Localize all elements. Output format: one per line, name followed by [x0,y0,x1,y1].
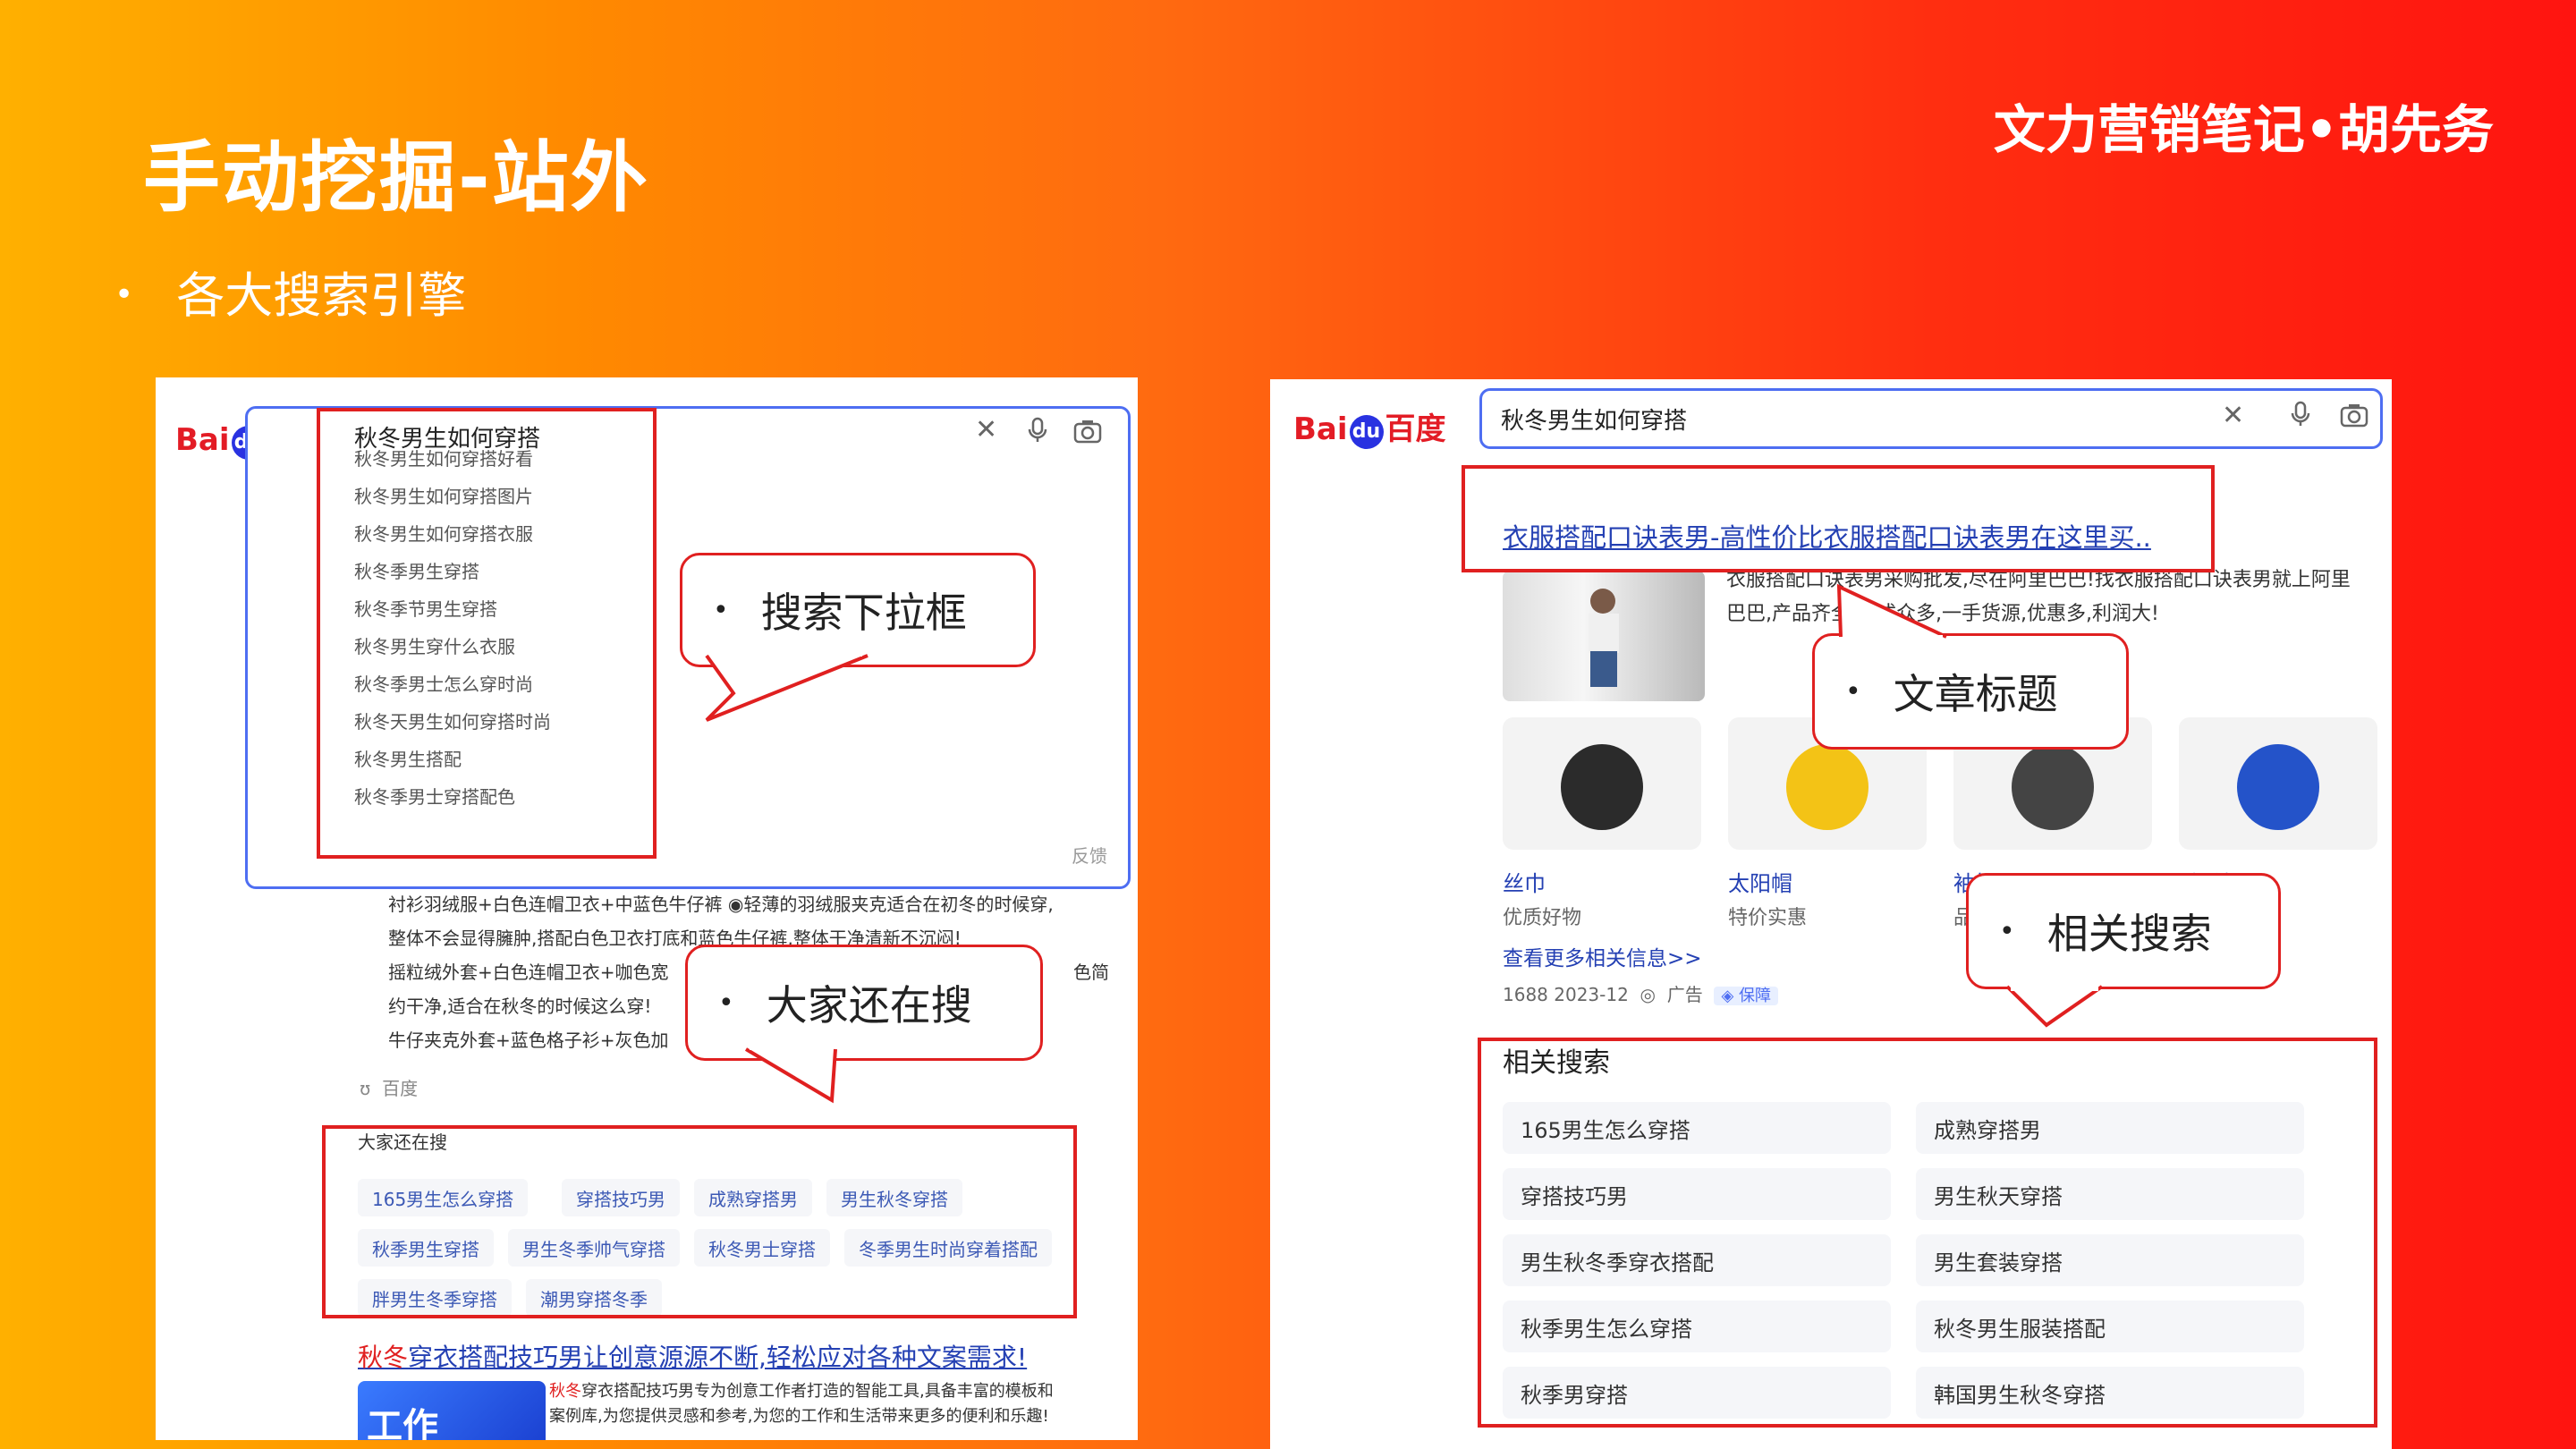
highlight-related [1478,1038,2377,1428]
slide-title: 手动挖掘-站外 [143,133,649,223]
logo-text-bai-2: Bai [1293,411,1348,447]
microphone-icon-2[interactable] [2290,401,2311,433]
person-image-icon [1589,589,1619,687]
ad-title-text: 穿衣搭配技巧男让创意源源不断,轻松应对各种文案需求! [408,1343,1028,1372]
callout-dropdown-pointer [705,653,869,722]
guarantee-badge: ◈ 保障 [1714,987,1779,1005]
callout-related-pointer [2005,984,2104,1028]
callout-dropdown: • 搜索下拉框 [680,553,1036,667]
feedback-link[interactable]: 反馈 [1072,839,1107,873]
snippet-line: 摇粒绒外套+白色连帽卫衣+咖色宽 [388,962,669,983]
product-card[interactable] [1503,717,1701,850]
ad-desc-highlight: 秋冬 [549,1382,581,1401]
camera-icon[interactable] [1073,419,1102,449]
product-subtitle: 特价实惠 [1728,907,1808,929]
product-subtitle: 优质好物 [1503,907,1582,929]
callout-title: • 文章标题 [1812,633,2129,750]
callout-dot-icon-4: • [1999,915,2015,947]
slide: 手动挖掘-站外 文力营销笔记•胡先务 •各大搜索引擎 Baidu百度 秋冬男生如… [0,0,2576,1449]
search-input-2[interactable]: 秋冬男生如何穿搭 [1501,402,1687,436]
result-description: 衣服搭配口诀表男采购批发,尽在阿里巴巴!找衣服搭配口诀表男就上阿里 巴巴,产品齐全… [1726,564,2351,631]
meta-date: 1688 2023-12 [1503,984,1629,1005]
ad-thumbnail[interactable]: 工作 [358,1381,546,1440]
product-image-icon [1561,744,1643,830]
baidu-source-icon: ʊ [360,1078,371,1099]
product-image-icon [2237,744,2319,830]
snippet-line: 衬衫羽绒服+白色连帽卫衣+中蓝色牛仔裤 ◉轻薄的羽绒服夹克适合在初冬的时候穿, [388,894,1054,915]
callout-others: • 大家还在搜 [685,945,1043,1061]
callout-dot-icon-2: • [718,987,734,1019]
callout-title-pointer [1836,583,1947,639]
ad-title-link[interactable]: 秋冬穿衣搭配技巧男让创意源源不断,轻松应对各种文案需求! [358,1338,1027,1374]
callout-dot-icon: • [713,594,729,626]
callout-others-pointer [744,1046,837,1104]
ad-title-highlight: 秋冬 [358,1343,409,1372]
baidu-screenshot-dropdown: Baidu百度 秋冬男生如何穿搭 ✕ 秋冬男生如何穿搭好看秋冬男生如何穿搭图片秋… [156,377,1138,1440]
product-name[interactable]: 丝巾 [1503,866,1546,897]
callout-dot-icon-3: • [1845,675,1861,708]
snippet-line: 色简 [1073,962,1109,983]
clear-icon-2[interactable]: ✕ [2222,402,2244,429]
product-card[interactable] [2179,717,2377,850]
callout-related-text: 相关搜索 [2046,910,2212,958]
ad-desc-line1: 穿衣搭配技巧男专为创意工作者打造的智能工具,具备丰富的模板和 [581,1382,1054,1401]
callout-dropdown-text: 搜索下拉框 [760,589,967,637]
shield-icon: ◈ [1721,987,1734,1005]
highlight-result-title [1462,465,2215,572]
guarantee-text: 保障 [1739,987,1772,1005]
product-name[interactable]: 太阳帽 [1728,866,1792,897]
ad-description: 秋冬穿衣搭配技巧男专为创意工作者打造的智能工具,具备丰富的模板和案例库,为您提供… [549,1379,1054,1429]
snippet-line: 牛仔夹克外套+蓝色格子衫+灰色加 [388,1030,669,1051]
baidu-logo-2[interactable]: Bai du 百度 [1293,404,1446,451]
info-icon: ◎ [1640,984,1656,1005]
microphone-icon[interactable] [1027,417,1048,449]
logo-text-baidu-2: 百度 [1385,411,1446,447]
paw-icon-2: du [1349,415,1384,449]
callout-related: • 相关搜索 [1966,873,2281,989]
clear-icon[interactable]: ✕ [975,417,997,444]
source-label: ʊ 百度 [360,1072,418,1106]
more-info-link[interactable]: 查看更多相关信息>> [1503,941,1702,971]
result-thumbnail[interactable] [1503,571,1705,701]
bullet-dot-icon: • [114,276,134,313]
ad-label: 广告 [1666,984,1703,1005]
ad-desc-line2: 案例库,为您提供灵感和参考,为您的工作和生活带来更多的便利和乐趣! [549,1407,1049,1426]
source-text: 百度 [382,1078,419,1099]
camera-icon-2[interactable] [2340,402,2368,433]
highlight-others [322,1125,1077,1318]
callout-others-text: 大家还在搜 [766,981,972,1030]
bullet-point: • 各大搜索引擎 [114,256,466,326]
brand-watermark: 文力营销笔记•胡先务 [1993,99,2494,160]
logo-text-bai: Bai [175,422,230,458]
bullet-text: 各大搜索引擎 [176,267,467,324]
highlight-dropdown [317,408,657,859]
snippet-line: 约干净,适合在秋冬的时候这么穿! [388,996,652,1017]
meta-row: 1688 2023-12 ◎ 广告 ◈ 保障 [1503,980,1779,1006]
callout-title-text: 文章标题 [1893,670,2058,718]
